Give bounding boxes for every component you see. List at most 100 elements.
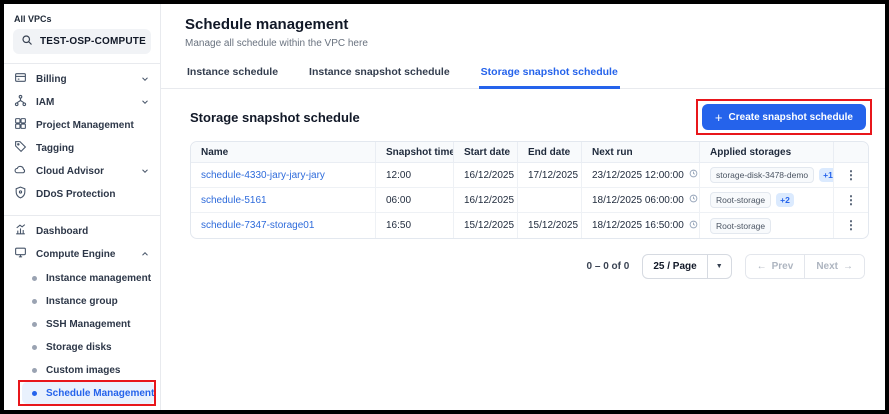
end-date-cell: 15/12/2025 (518, 213, 582, 238)
app-window: All VPCs TEST-OSP-COMPUTE Billing IAM Pr… (0, 0, 889, 414)
sidebar-item-label: Instance group (46, 296, 118, 307)
kebab-menu-icon[interactable]: ⋮ (845, 168, 857, 182)
start-date-cell: 15/12/2025 (454, 213, 518, 238)
schedule-name-link[interactable]: schedule-4330-jary-jary-jary (201, 170, 325, 181)
sidebar-item-label: IAM (36, 97, 131, 108)
storage-tag: storage-disk-3478-demo (710, 167, 814, 183)
vpc-selector-value: TEST-OSP-COMPUTE (40, 36, 146, 47)
clock-icon (689, 220, 698, 232)
project-management-icon (14, 117, 27, 135)
schedule-table: Name Snapshot time Start date End date N… (190, 141, 869, 239)
iam-icon (14, 94, 27, 112)
end-date-cell (518, 188, 582, 213)
sidebar-item-cloud-advisor[interactable]: Cloud Advisor (4, 160, 160, 183)
vpc-scope-label: All VPCs (14, 14, 160, 24)
end-date-cell: 17/12/2025 (518, 163, 582, 188)
shield-icon (14, 186, 27, 204)
extra-storages-badge[interactable]: +2 (776, 193, 794, 207)
sidebar-item-ddos-protection[interactable]: DDoS Protection (4, 183, 160, 206)
pagination: 0 – 0 of 0 25 / Page ▼ ← Prev Next → (161, 254, 865, 279)
kebab-menu-icon[interactable]: ⋮ (845, 218, 857, 232)
sidebar-item-label: Tagging (36, 143, 150, 154)
tab-storage-snapshot-schedule[interactable]: Storage snapshot schedule (479, 62, 620, 89)
column-header-start-date: Start date (454, 142, 518, 163)
sidebar-item-label: Cloud Advisor (36, 166, 131, 177)
section-title: Storage snapshot schedule (190, 110, 360, 125)
table-header-row: Name Snapshot time Start date End date N… (191, 142, 868, 163)
next-run-cell: 23/12/2025 12:00:00 (592, 170, 684, 181)
column-header-next-run: Next run (582, 142, 700, 163)
arrow-right-icon: → (843, 261, 853, 272)
page-title: Schedule management (185, 16, 885, 33)
table-row: schedule-4330-jary-jary-jary 12:00 16/12… (191, 163, 868, 188)
sidebar-item-dashboard[interactable]: Dashboard (4, 220, 160, 243)
sidebar-item-instance-group[interactable]: Instance group (22, 290, 154, 312)
column-header-name: Name (191, 142, 376, 163)
sidebar-item-project-management[interactable]: Project Management (4, 114, 160, 137)
sidebar-item-snapshot[interactable]: Snapshot (22, 405, 154, 414)
next-label: Next (816, 261, 838, 272)
kebab-menu-icon[interactable]: ⋮ (845, 193, 857, 207)
chevron-down-icon (140, 94, 150, 112)
sidebar-divider (4, 63, 160, 64)
create-button-label: Create snapshot schedule (729, 112, 853, 123)
clock-icon (689, 169, 698, 181)
snapshot-time-cell: 16:50 (376, 213, 454, 238)
column-header-end-date: End date (518, 142, 582, 163)
monitor-icon (14, 246, 27, 264)
search-icon (21, 33, 33, 51)
sidebar-item-label: SSH Management (46, 319, 130, 330)
start-date-cell: 16/12/2025 (454, 188, 518, 213)
sidebar-item-billing[interactable]: Billing (4, 68, 160, 91)
next-run-cell: 18/12/2025 06:00:00 (592, 195, 684, 206)
sidebar-item-tagging[interactable]: Tagging (4, 137, 160, 160)
snapshot-time-cell: 12:00 (376, 163, 454, 188)
sidebar-item-label: DDoS Protection (36, 189, 150, 200)
sidebar-item-custom-images[interactable]: Custom images (22, 359, 154, 381)
sidebar-item-label: Storage disks (46, 342, 112, 353)
sidebar: All VPCs TEST-OSP-COMPUTE Billing IAM Pr… (4, 4, 161, 410)
sidebar-item-schedule-management[interactable]: Schedule Management (22, 382, 154, 404)
next-page-button[interactable]: Next → (805, 255, 864, 278)
sidebar-divider (4, 215, 160, 216)
prev-page-button[interactable]: ← Prev (746, 255, 806, 278)
bullet-icon (32, 345, 37, 350)
bullet-icon (32, 368, 37, 373)
sidebar-item-iam[interactable]: IAM (4, 91, 160, 114)
page-subtitle: Manage all schedule within the VPC here (185, 38, 885, 49)
column-header-actions (834, 142, 868, 163)
clock-icon (689, 194, 698, 206)
schedule-name-link[interactable]: schedule-5161 (201, 195, 267, 206)
tag-icon (14, 140, 27, 158)
sidebar-item-storage-disks[interactable]: Storage disks (22, 336, 154, 358)
column-header-snapshot-time: Snapshot time (376, 142, 454, 163)
tab-instance-schedule[interactable]: Instance schedule (185, 62, 280, 89)
bullet-icon (32, 391, 37, 396)
plus-icon: + (715, 111, 723, 124)
cloud-icon (14, 163, 27, 181)
sidebar-item-ssh-management[interactable]: SSH Management (22, 313, 154, 335)
chevron-down-icon (140, 71, 150, 89)
page-size-select[interactable]: 25 / Page ▼ (642, 254, 731, 279)
column-header-applied-storages: Applied storages (700, 142, 834, 163)
chevron-down-icon (140, 163, 150, 181)
start-date-cell: 16/12/2025 (454, 163, 518, 188)
extra-storages-badge[interactable]: +1 (819, 168, 834, 182)
schedule-name-link[interactable]: schedule-7347-storage01 (201, 220, 314, 231)
storage-tag: Root-storage (710, 218, 771, 234)
sidebar-item-compute-engine[interactable]: Compute Engine (4, 243, 160, 266)
create-snapshot-schedule-button[interactable]: + Create snapshot schedule (702, 104, 866, 130)
sidebar-item-instance-management[interactable]: Instance management (22, 267, 154, 289)
sidebar-item-label: Custom images (46, 365, 120, 376)
vpc-selector[interactable]: TEST-OSP-COMPUTE (13, 29, 151, 54)
sidebar-item-label: Dashboard (36, 226, 150, 237)
arrow-left-icon: ← (757, 261, 767, 272)
tab-instance-snapshot-schedule[interactable]: Instance snapshot schedule (307, 62, 452, 89)
main-content: Schedule management Manage all schedule … (161, 4, 885, 410)
bullet-icon (32, 322, 37, 327)
sidebar-item-label: Schedule Management (46, 388, 154, 399)
prev-label: Prev (772, 261, 794, 272)
caret-down-icon: ▼ (707, 255, 731, 278)
chevron-up-icon (140, 246, 150, 264)
page-size-value: 25 / Page (643, 255, 706, 278)
